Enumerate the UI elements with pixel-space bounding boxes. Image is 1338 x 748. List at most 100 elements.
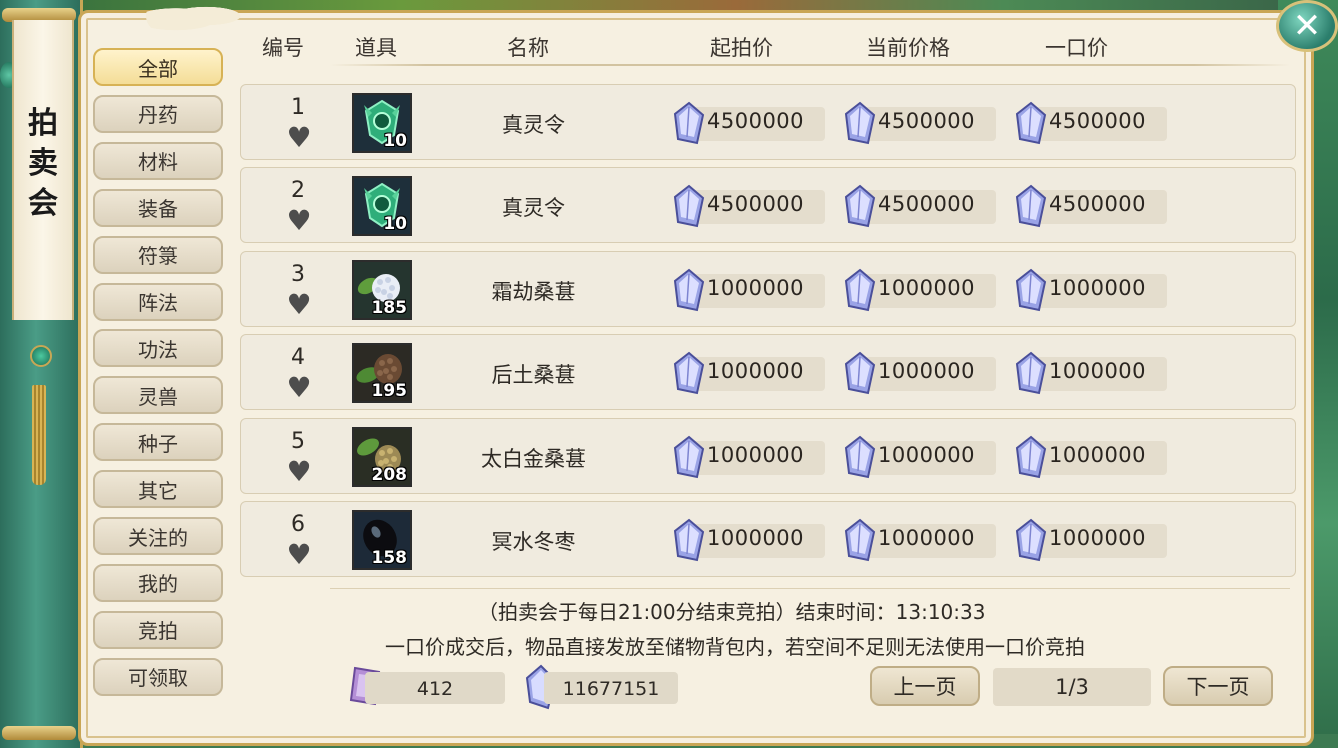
category-5-button[interactable]: 阵法 (93, 282, 223, 321)
header-number: 编号 (262, 36, 304, 60)
item-name: 冥水冬枣 (491, 530, 576, 554)
prev-page-button[interactable]: 上一页 (870, 666, 980, 706)
category-12-button[interactable]: 竞拍 (93, 610, 223, 649)
category-1-button[interactable]: 丹药 (93, 94, 223, 133)
row-number: 1 (291, 95, 305, 120)
item-name: 真灵令 (502, 196, 565, 221)
spirit-gem-icon (844, 518, 876, 562)
heart-icon[interactable]: ♥ (284, 290, 314, 318)
gem-amount: 11677151 (562, 678, 660, 700)
start-price-value: 1000000 (707, 275, 805, 300)
spirit-gem-icon (844, 351, 876, 395)
title-scroll: 拍卖会 (0, 0, 83, 748)
auction-row[interactable]: 1 ♥ 10 真灵令 4500000 4500000 4500000 (240, 84, 1296, 160)
buyout-price-value: 1000000 (1049, 442, 1147, 467)
next-page-button[interactable]: 下一页 (1163, 666, 1273, 706)
spirit-gem-icon (673, 101, 705, 145)
gem-currency: 11677151 (524, 664, 684, 710)
header-divider (330, 64, 1290, 66)
spirit-gem-icon (1015, 351, 1047, 395)
category-2-button[interactable]: 材料 (93, 141, 223, 180)
current-price-value: 4500000 (878, 192, 976, 217)
category-10-button[interactable]: 关注的 (93, 517, 223, 555)
gold-mulberry-icon[interactable]: 208 (352, 426, 412, 487)
spirit-gem-icon (844, 435, 876, 479)
start-price-value: 1000000 (707, 526, 805, 550)
spirit-gem-icon (673, 351, 705, 395)
start-price-value: 4500000 (707, 109, 805, 133)
item-quantity: 185 (371, 297, 408, 318)
close-button[interactable]: ✕ (1276, 0, 1338, 52)
category-4-button[interactable]: 符箓 (93, 235, 223, 274)
row-number: 3 (291, 261, 305, 287)
current-price-value: 1000000 (878, 275, 976, 300)
title-paper: 拍卖会 (12, 20, 74, 320)
start-price-value: 4500000 (707, 192, 805, 217)
start-price-value: 1000000 (707, 442, 805, 467)
brown-mulberry-icon[interactable]: 195 (352, 343, 412, 404)
footer-divider (330, 588, 1290, 589)
card-amount: 412 (416, 678, 454, 700)
tassel-icon (32, 385, 46, 485)
item-name: 真灵令 (502, 113, 565, 137)
spirit-gem-icon (844, 101, 876, 145)
item-name: 后土桑葚 (491, 363, 576, 388)
spirit-gem-icon (673, 435, 705, 479)
row-number: 6 (291, 512, 305, 537)
row-number: 4 (291, 345, 305, 371)
buyout-notice: 一口价成交后，物品直接发放至储物背包内，若空间不足则无法使用一口价竞拍 (385, 635, 1085, 659)
spirit-gem-icon (673, 518, 705, 562)
item-name: 太白金桑葚 (481, 446, 586, 471)
close-icon: ✕ (1292, 6, 1322, 46)
spirit-gem-icon (673, 184, 705, 228)
item-quantity: 10 (383, 131, 407, 151)
category-3-button[interactable]: 装备 (93, 188, 223, 227)
header-current-price: 当前价格 (866, 36, 950, 60)
auction-row[interactable]: 3 ♥ 185 霜劫桑葚 1000000 1000000 1000000 (240, 250, 1296, 327)
auction-row[interactable]: 2 ♥ 10 真灵令 4500000 4500000 4500000 (240, 167, 1296, 244)
start-price-value: 1000000 (707, 359, 805, 384)
category-6-button[interactable]: 功法 (93, 329, 223, 368)
spirit-gem-icon (1015, 268, 1047, 312)
header-start-price: 起拍价 (710, 36, 773, 60)
buyout-price-value: 4500000 (1049, 192, 1147, 217)
card-currency: 412 (345, 666, 505, 706)
category-0-button[interactable]: 全部 (93, 48, 223, 86)
spirit-gem-icon (844, 184, 876, 228)
spirit-gem-icon (673, 268, 705, 312)
heart-icon[interactable]: ♥ (284, 207, 314, 235)
header-item: 道具 (355, 36, 397, 60)
category-8-button[interactable]: 种子 (93, 423, 223, 462)
heart-icon[interactable]: ♥ (284, 124, 314, 152)
current-price-value: 1000000 (878, 359, 976, 384)
white-mulberry-icon[interactable]: 185 (352, 259, 412, 320)
category-11-button[interactable]: 我的 (93, 563, 223, 602)
black-jujube-icon[interactable]: 158 (352, 510, 412, 570)
auction-row[interactable]: 4 ♥ 195 后土桑葚 1000000 1000000 1000000 (240, 334, 1296, 411)
current-price-value: 1000000 (878, 442, 976, 467)
item-quantity: 208 (371, 464, 408, 485)
header-name: 名称 (507, 36, 549, 60)
heart-icon[interactable]: ♥ (284, 457, 314, 485)
token-icon[interactable]: 10 (352, 93, 412, 153)
auction-row[interactable]: 6 ♥ 158 冥水冬枣 1000000 1000000 1000000 (240, 501, 1296, 577)
buyout-price-value: 1000000 (1049, 526, 1147, 550)
current-price-value: 1000000 (878, 526, 976, 550)
auction-row[interactable]: 5 ♥ 208 太白金桑葚 1000000 1000000 1000000 (240, 417, 1296, 494)
spirit-gem-icon (844, 268, 876, 312)
category-7-button[interactable]: 灵兽 (93, 376, 223, 415)
page-indicator: 1/3 (993, 668, 1151, 706)
heart-icon[interactable]: ♥ (284, 541, 314, 569)
token-icon[interactable]: 10 (352, 176, 412, 237)
category-9-button[interactable]: 其它 (93, 470, 223, 509)
page-title: 拍卖会 (28, 106, 58, 221)
buyout-price-value: 1000000 (1049, 359, 1147, 384)
row-number: 2 (291, 178, 305, 204)
category-13-button[interactable]: 可领取 (93, 657, 223, 696)
item-quantity: 10 (383, 214, 407, 235)
heart-icon[interactable]: ♥ (284, 374, 314, 402)
spirit-gem-icon (1015, 435, 1047, 479)
spirit-gem-icon (1015, 518, 1047, 562)
spirit-gem-icon (1015, 101, 1047, 145)
current-price-value: 4500000 (878, 109, 976, 133)
